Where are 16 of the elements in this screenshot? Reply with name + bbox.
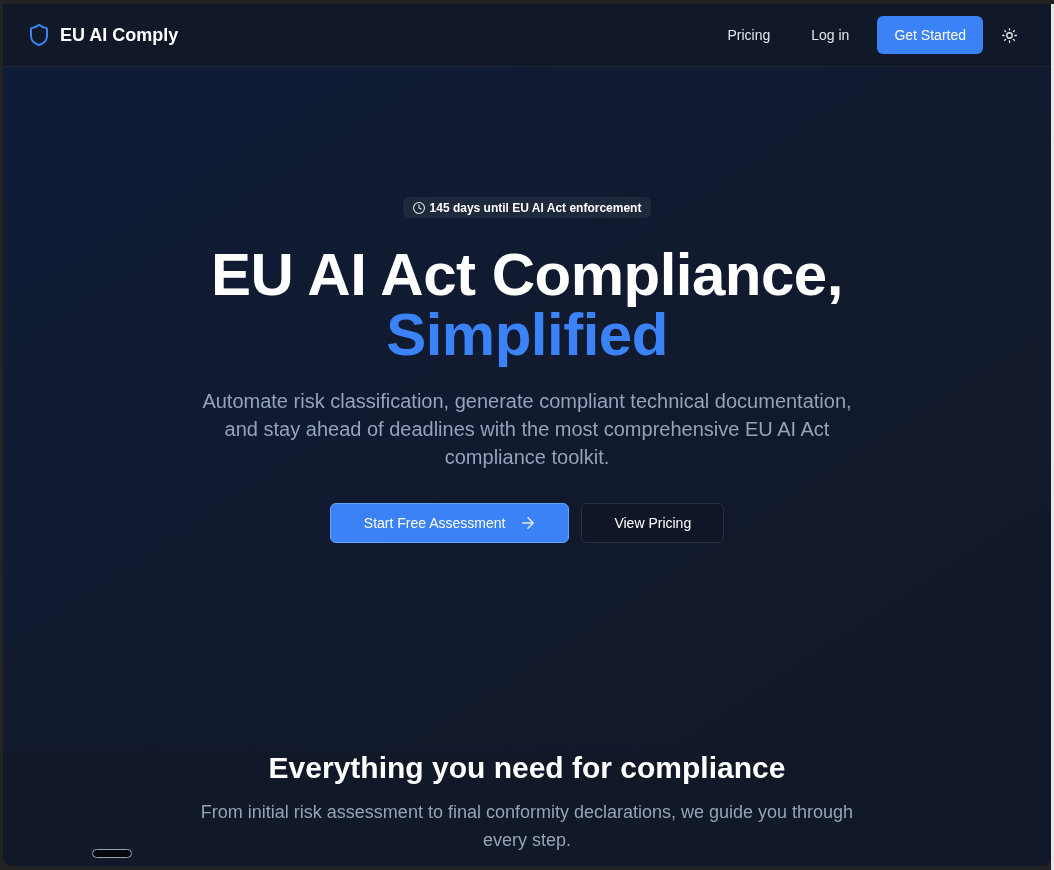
get-started-button[interactable]: Get Started [877, 16, 983, 54]
brand-name: EU AI Comply [60, 26, 179, 44]
nav-link[interactable]: Log in [795, 16, 866, 54]
clock-icon [412, 201, 425, 214]
handle-icon [92, 849, 132, 858]
badge-text: 145 days until EU AI Act enforcement [429, 199, 642, 216]
section-heading: Everything you need for compliance [268, 750, 786, 786]
nav-link[interactable]: Pricing [711, 16, 787, 54]
view-pricing-button[interactable]: View Pricing [581, 503, 725, 543]
section-description: From initial risk assessment to final conformity declarations, we guide you through every step. [199, 801, 855, 852]
hero-description: Automate risk classification, generate compliant technical documentation, and stay ahead of deadlines with the most comprehensive EU AI Act compliance toolkit. [201, 389, 853, 470]
shield-icon [30, 24, 48, 46]
start-assessment-button[interactable]: Start Free Assessment [329, 503, 570, 543]
arrow-right-icon [522, 517, 535, 529]
hero-title: EU AI Act Compliance, [211, 245, 843, 305]
sun-icon [1001, 27, 1017, 43]
